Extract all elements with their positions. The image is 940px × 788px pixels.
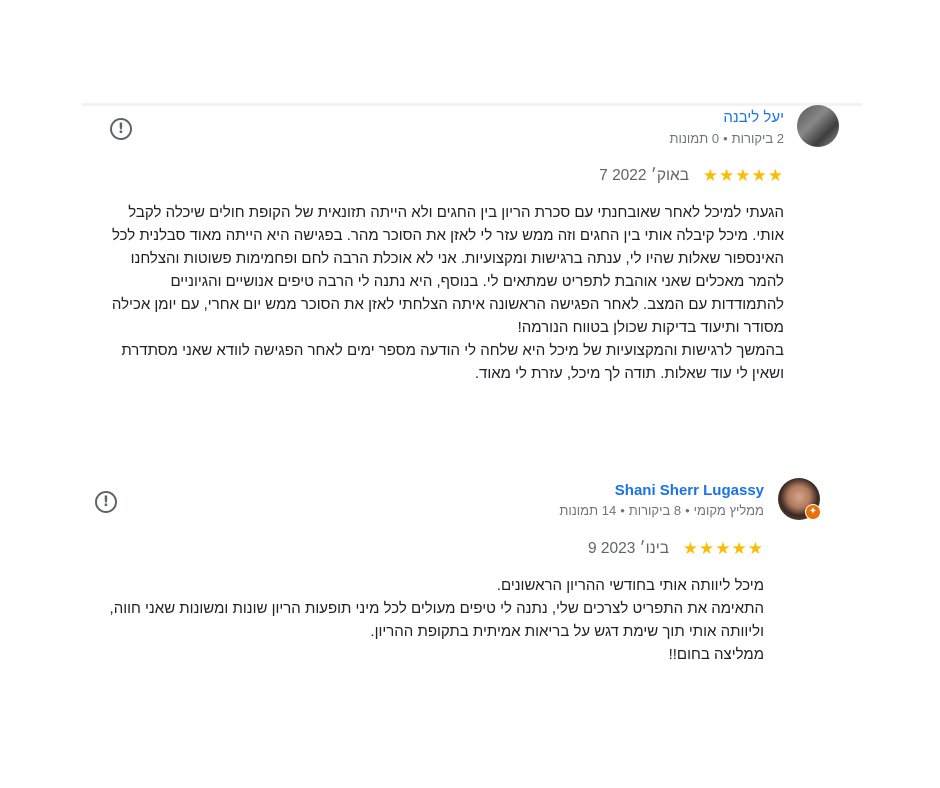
flag-icon[interactable]: !: [110, 118, 132, 140]
review-date: 9 בינו׳ 2023: [587, 540, 669, 557]
review-text: הגעתי למיכל לאחר שאובחנתי עם סכרת הריון …: [111, 204, 784, 382]
reviewer-meta: 2 ביקורות•0 תמונות: [666, 131, 784, 146]
section-divider: [82, 103, 862, 106]
local-guide-badge-icon: ✦: [805, 504, 821, 520]
reviewer-name[interactable]: Shani Sherr Lugassy: [615, 482, 764, 499]
review-date: 7 באוק׳ 2022: [599, 167, 689, 184]
review-text: מיכל ליוותה אותי בחודשי ההריון הראשונים.…: [109, 577, 764, 663]
reviewer-name[interactable]: יעל ליבנה: [723, 109, 784, 126]
separator: •: [620, 503, 625, 518]
star-rating: ★★★★★: [702, 166, 784, 185]
separator: •: [685, 503, 690, 518]
separator: •: [723, 131, 728, 146]
reviewer-meta: ממליץ מקומי•8 ביקורות•14 תמונות: [555, 503, 764, 518]
photo-count: 14 תמונות: [559, 503, 617, 518]
photo-count: 0 תמונות: [669, 131, 720, 146]
review-count: 2 ביקורות: [731, 131, 784, 146]
review-count: 8 ביקורות: [628, 503, 682, 518]
flag-icon[interactable]: !: [95, 491, 117, 513]
local-guide-label: ממליץ מקומי: [693, 503, 764, 518]
avatar[interactable]: [797, 105, 839, 147]
star-rating: ★★★★★: [682, 539, 764, 558]
